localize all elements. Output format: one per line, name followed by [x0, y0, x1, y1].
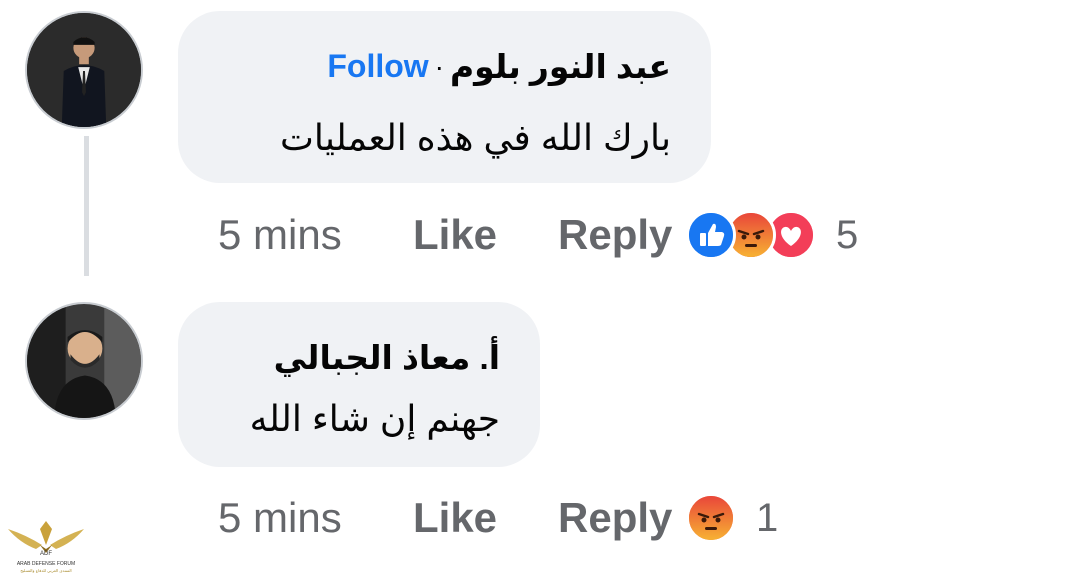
- comment-timestamp[interactable]: 5 mins: [218, 211, 413, 259]
- reaction-count: 5: [836, 212, 859, 257]
- profile-photo: [27, 304, 141, 418]
- comment-bubble: عبد النور بلوم · Follow بارك الله في هذه…: [178, 11, 711, 183]
- comment-actions: 5 mins Like Reply 1: [218, 488, 778, 548]
- svg-text:ADF: ADF: [40, 551, 52, 557]
- svg-text:ARAB DEFENSE FORUM: ARAB DEFENSE FORUM: [17, 561, 75, 567]
- svg-text:المنتدى العربي للدفاع والتسليح: المنتدى العربي للدفاع والتسليح: [20, 568, 71, 573]
- comment-text: بارك الله في هذه العمليات: [280, 117, 671, 158]
- separator-dot: ·: [434, 50, 444, 82]
- comment-actions: 5 mins Like Reply 5: [218, 205, 858, 265]
- reactions-summary[interactable]: 1: [686, 493, 778, 543]
- author-name[interactable]: أ. معاذ الجبالي: [274, 338, 500, 377]
- comment-timestamp[interactable]: 5 mins: [218, 494, 413, 542]
- like-button[interactable]: Like: [413, 494, 558, 542]
- author-name[interactable]: عبد النور بلوم: [450, 47, 671, 86]
- follow-button[interactable]: Follow: [327, 48, 428, 85]
- avatar[interactable]: [25, 302, 143, 420]
- reactions-summary[interactable]: 5: [686, 210, 858, 260]
- comment-header: عبد النور بلوم · Follow: [327, 47, 671, 86]
- comment-header: أ. معاذ الجبالي: [274, 338, 500, 377]
- avatar[interactable]: [25, 11, 143, 129]
- like-button[interactable]: Like: [413, 211, 558, 259]
- profile-photo: [27, 13, 141, 127]
- reply-thread-line: [84, 136, 89, 276]
- reaction-count: 1: [756, 495, 779, 540]
- angry-icon: [686, 493, 736, 543]
- forum-watermark-logo: ADF ARAB DEFENSE FORUM المنتدى العربي لل…: [6, 515, 86, 575]
- comment-bubble: أ. معاذ الجبالي جهنم إن شاء الله: [178, 302, 540, 467]
- comment-text: جهنم إن شاء الله: [249, 398, 500, 439]
- like-icon: [686, 210, 736, 260]
